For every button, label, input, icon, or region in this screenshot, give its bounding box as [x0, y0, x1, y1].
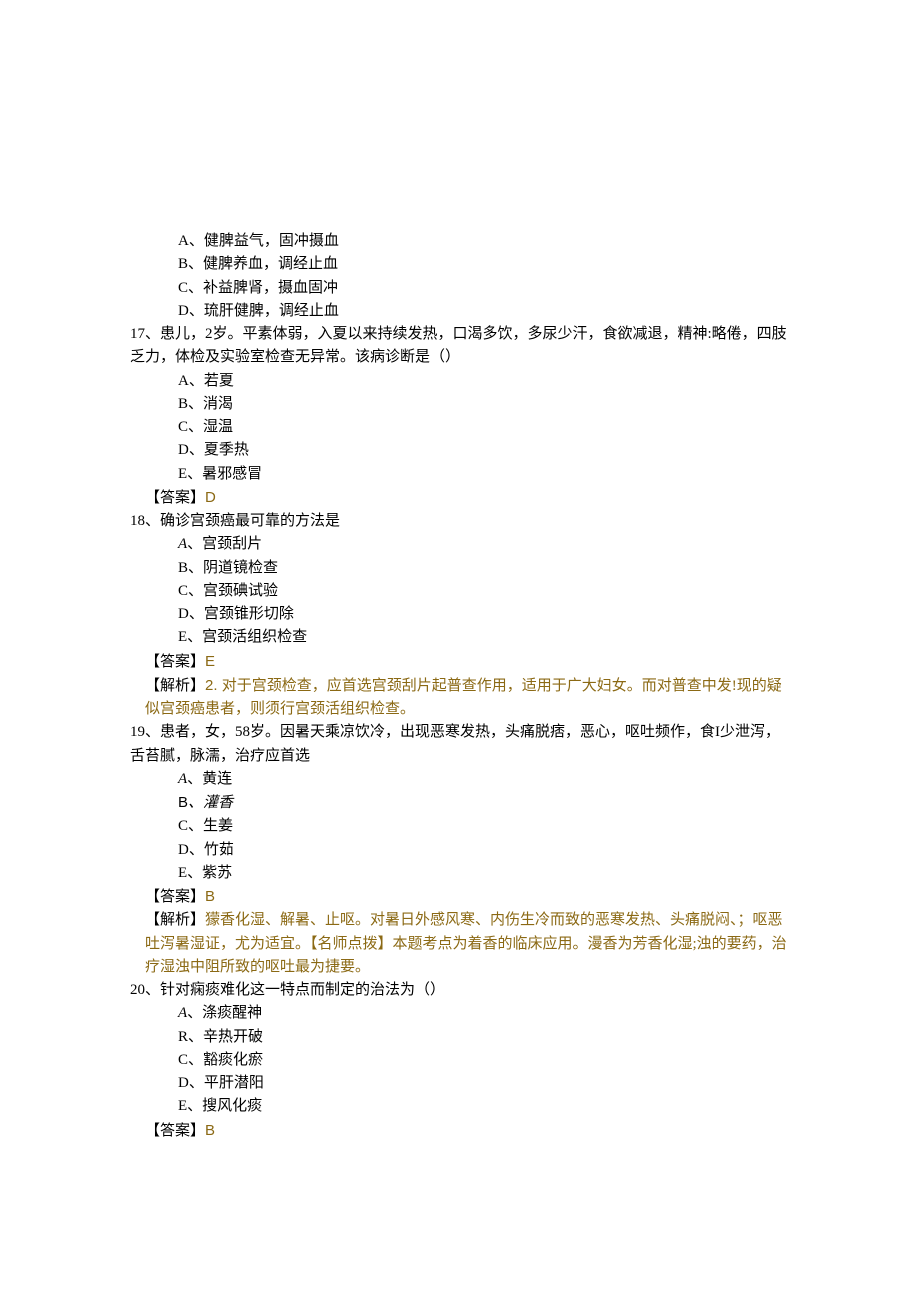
option-text: 、涤痰醒神	[187, 1005, 262, 1021]
q19-answer: 【答案】B	[130, 885, 790, 909]
q17-option-b: B、消渴	[130, 393, 790, 416]
q17-option-d: D、夏季热	[130, 439, 790, 462]
q17-option-c: C、湿温	[130, 416, 790, 439]
option-text: D、平肝潜阳	[178, 1075, 264, 1091]
answer-letter: E	[205, 653, 215, 670]
explain-label: 【解析】	[145, 912, 205, 928]
option-text: D、宫颈锥形切除	[178, 606, 294, 622]
q18-explanation: 【解析】2. 对于宫颈检查，应首选宫颈刮片起普查作用，适用于广大妇女。而对普查中…	[130, 674, 790, 722]
q16-option-c: C、补益脾肾，摄血固冲	[130, 277, 790, 300]
q17-option-e: E、暑邪感冒	[130, 463, 790, 486]
q18-option-b: B、阴道镜检查	[130, 557, 790, 580]
q19-stem: 19、患者，女，58岁。因暑天乘凉饮冷，出现恶寒发热，头痛脱痞，恶心，呕吐频作，…	[130, 721, 790, 768]
q18-option-c: C、宫颈碘试验	[130, 580, 790, 603]
q18-option-d: D、宫颈锥形切除	[130, 603, 790, 626]
q19-option-c: C、生姜	[130, 815, 790, 838]
option-text: 、黄连	[187, 771, 232, 787]
q16-option-d: D、琉肝健脾，调经止血	[130, 300, 790, 323]
q19-option-a: A、黄连	[130, 768, 790, 791]
q20-option-e: E、搜风化痰	[130, 1095, 790, 1118]
option-text: C、豁痰化瘀	[178, 1052, 263, 1068]
q20-option-b: R、辛热开破	[130, 1026, 790, 1049]
q20-stem: 20、针对痫痰难化这一特点而制定的治法为（）	[130, 979, 790, 1002]
q18-option-e: E、宫颈活组织检查	[130, 626, 790, 649]
q20-option-a: A、涤痰醒神	[130, 1002, 790, 1025]
answer-letter: D	[205, 489, 216, 506]
option-text: E、暑邪感冒	[178, 466, 262, 482]
question-text: 19、患者，女，58岁。因暑天乘凉饮冷，出现恶寒发热，头痛脱痞，恶心，呕吐频作，…	[130, 724, 780, 763]
explain-text: 獴香化湿、解暑、止呕。对暑日外感风寒、内伤生冷而致的恶寒发热、头痛脱闷、；呕恶吐…	[145, 912, 787, 975]
explain-num: 2.	[205, 677, 222, 694]
option-letter: A	[178, 1005, 187, 1021]
option-text: C、补益脾肾，摄血固冲	[178, 280, 338, 296]
option-text: E、紫苏	[178, 865, 232, 881]
q20-option-c: C、豁痰化瘀	[130, 1049, 790, 1072]
option-text: 、灌香	[188, 795, 233, 811]
q20-answer: 【答案】B	[130, 1119, 790, 1143]
option-text: A、健脾益气，固冲摄血	[178, 233, 339, 249]
q16-option-b: B、健脾养血，调经止血	[130, 253, 790, 276]
question-text: 20、针对痫痰难化这一特点而制定的治法为（）	[130, 982, 445, 998]
explain-text: 对于宫颈检查，应首选宫颈刮片起普查作用，适用于广大妇女。而对普查中发!现的疑似宫…	[145, 678, 782, 717]
q17-stem: 17、患儿，2岁。平素体弱，入夏以来持续发热，口渴多饮，多尿少汗，食欲减退，精神…	[130, 323, 790, 370]
option-letter: A	[178, 536, 187, 552]
option-text: C、湿温	[178, 419, 233, 435]
option-text: 、宫颈刮片	[187, 536, 262, 552]
q19-option-d: D、竹茹	[130, 839, 790, 862]
answer-label: 【答案】	[145, 1123, 205, 1139]
option-text: C、宫颈碘试验	[178, 583, 278, 599]
option-text: R、辛热开破	[178, 1029, 263, 1045]
q17-answer: 【答案】D	[130, 486, 790, 510]
option-text: D、竹茹	[178, 842, 234, 858]
q18-answer: 【答案】E	[130, 650, 790, 674]
option-text: E、宫颈活组织检查	[178, 629, 307, 645]
q16-option-a: A、健脾益气，固冲摄血	[130, 230, 790, 253]
option-text: E、搜风化痰	[178, 1098, 262, 1114]
answer-label: 【答案】	[145, 654, 205, 670]
answer-label: 【答案】	[145, 490, 205, 506]
q17-option-a: A、若夏	[130, 370, 790, 393]
q19-explanation: 【解析】獴香化湿、解暑、止呕。对暑日外感风寒、内伤生冷而致的恶寒发热、头痛脱闷、…	[130, 909, 790, 979]
q18-option-a: A、宫颈刮片	[130, 533, 790, 556]
answer-letter: B	[205, 1122, 215, 1139]
q20-option-d: D、平肝潜阳	[130, 1072, 790, 1095]
q18-stem: 18、确诊宫颈癌最可靠的方法是	[130, 510, 790, 533]
question-text: 17、患儿，2岁。平素体弱，入夏以来持续发热，口渴多饮，多尿少汗，食欲减退，精神…	[130, 326, 787, 365]
option-text: D、琉肝健脾，调经止血	[178, 303, 339, 319]
option-letter: B	[178, 794, 188, 811]
option-text: B、消渴	[178, 396, 233, 412]
q19-option-e: E、紫苏	[130, 862, 790, 885]
option-letter: A	[178, 771, 187, 787]
option-text: D、夏季热	[178, 442, 249, 458]
option-text: A、若夏	[178, 373, 234, 389]
answer-label: 【答案】	[145, 889, 205, 905]
answer-letter: B	[205, 888, 215, 905]
option-text: C、生姜	[178, 818, 233, 834]
option-text: B、阴道镜检查	[178, 560, 278, 576]
question-text: 18、确诊宫颈癌最可靠的方法是	[130, 513, 340, 529]
q19-option-b: B、灌香	[130, 791, 790, 815]
option-text: B、健脾养血，调经止血	[178, 256, 338, 272]
explain-label: 【解析】	[145, 678, 205, 694]
